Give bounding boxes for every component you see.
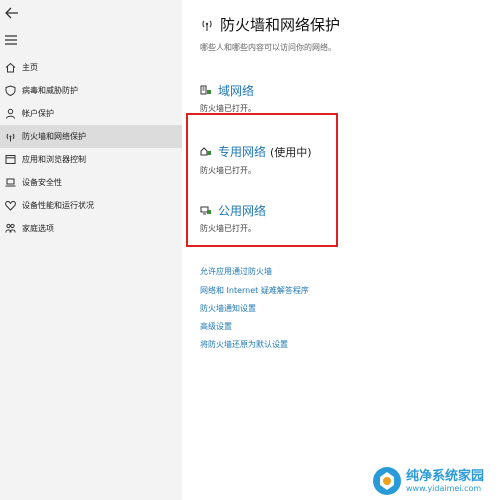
domain-network-icon	[200, 85, 211, 95]
allow-app-through-firewall-link[interactable]: 允许应用通过防火墙	[200, 266, 272, 277]
browser-window-icon	[4, 154, 16, 166]
advanced-settings-link[interactable]: 高级设置	[200, 321, 232, 332]
page-title: 防火墙和网络保护	[220, 16, 341, 34]
firewall-notification-settings-link[interactable]: 防火墙通知设置	[200, 303, 256, 314]
network-troubleshooter-link[interactable]: 网络和 Internet 疑难解答程序	[200, 285, 309, 296]
sidebar-item-label: 应用和浏览器控制	[22, 155, 86, 164]
family-icon	[4, 223, 16, 235]
sidebar-item-app-browser-control[interactable]: 应用和浏览器控制	[0, 148, 182, 171]
sidebar-item-label: 病毒和威胁防护	[22, 86, 78, 95]
highlight-box	[186, 113, 338, 247]
laptop-icon	[4, 177, 16, 189]
home-icon	[4, 62, 16, 74]
sidebar-item-account-protection[interactable]: 帐户保护	[0, 102, 182, 125]
page-header: 防火墙和网络保护	[200, 14, 340, 35]
main-content: 防火墙和网络保护 哪些人和哪些内容可以访问你的网络。 域网络 防火墙已打开。 专…	[182, 0, 500, 500]
sidebar-item-firewall[interactable]: 防火墙和网络保护	[0, 125, 182, 148]
sidebar-item-label: 设备安全性	[22, 178, 62, 187]
sidebar-item-family-options[interactable]: 家庭选项	[0, 217, 182, 240]
sidebar-item-label: 设备性能和运行状况	[22, 201, 94, 210]
sidebar-item-home[interactable]: 主页	[0, 56, 182, 79]
watermark-url: www.yidaimei.com	[406, 483, 482, 493]
sidebar-item-label: 帐户保护	[22, 109, 54, 118]
sidebar: 主页 病毒和威胁防护 帐户保护 防火墙和网络保护 应用和浏览器控制 设备安全性	[0, 0, 182, 500]
heart-icon	[4, 200, 16, 212]
sidebar-item-virus-protection[interactable]: 病毒和威胁防护	[0, 79, 182, 102]
sidebar-item-device-security[interactable]: 设备安全性	[0, 171, 182, 194]
watermark: 纯净系统家园 www.yidaimei.com	[372, 466, 484, 496]
wifi-signal-icon	[202, 20, 212, 31]
sidebar-item-label: 主页	[22, 63, 38, 72]
watermark-name: 纯净系统家园	[406, 468, 485, 484]
person-icon	[4, 108, 16, 120]
shield-icon	[4, 85, 16, 97]
page-subtitle: 哪些人和哪些内容可以访问你的网络。	[200, 43, 336, 52]
back-arrow-icon[interactable]	[4, 6, 20, 20]
wifi-signal-icon	[4, 131, 16, 143]
sidebar-item-device-health[interactable]: 设备性能和运行状况	[0, 194, 182, 217]
restore-firewall-defaults-link[interactable]: 将防火墙还原为默认设置	[200, 339, 288, 350]
sidebar-item-label: 家庭选项	[22, 224, 54, 233]
watermark-logo-icon	[373, 467, 401, 495]
menu-icon[interactable]	[4, 34, 18, 46]
domain-network-link[interactable]: 域网络	[200, 82, 254, 99]
network-name: 域网络	[218, 84, 255, 98]
sidebar-item-label: 防火墙和网络保护	[22, 132, 86, 141]
